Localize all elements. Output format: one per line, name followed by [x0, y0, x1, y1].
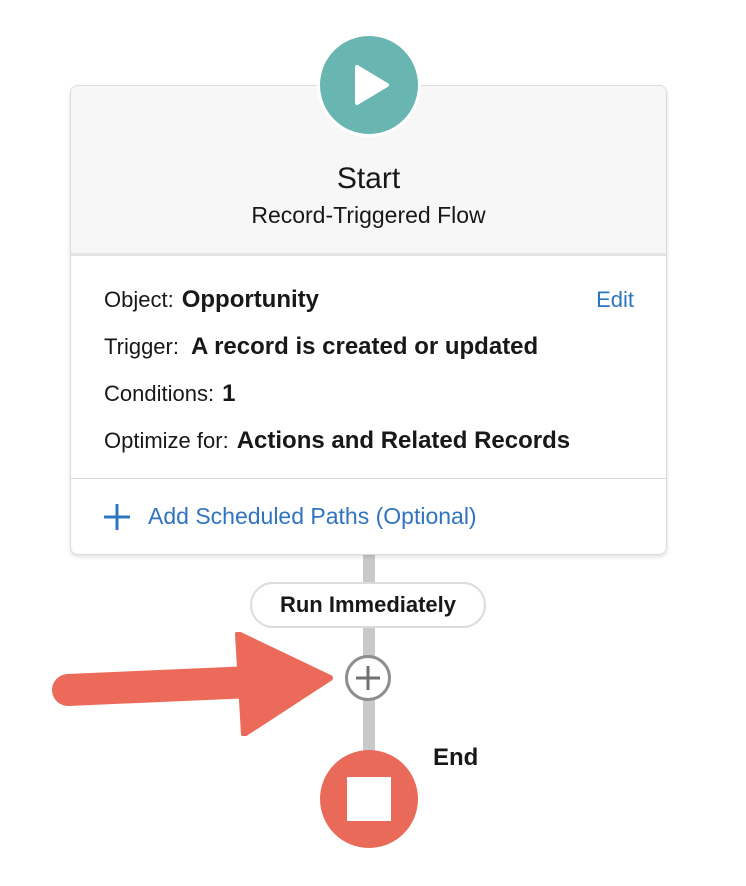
end-label: End	[433, 744, 479, 771]
start-title: Start	[336, 162, 401, 195]
start-element-card[interactable]: Start Record-Triggered Flow Edit Object:…	[70, 85, 667, 555]
add-scheduled-paths-label: Add Scheduled Paths (Optional)	[148, 503, 477, 529]
start-subtitle: Record-Triggered Flow	[251, 202, 486, 228]
connector-line-middle	[363, 626, 375, 658]
detail-row-optimize: Optimize for: Actions and Related Records	[104, 425, 634, 472]
end-node-icon[interactable]	[320, 750, 418, 848]
detail-row-trigger: Trigger: A record is created or updated	[104, 331, 634, 378]
detail-label: Object:	[104, 287, 174, 312]
detail-label: Optimize for:	[104, 428, 229, 453]
detail-label: Conditions:	[104, 381, 215, 406]
detail-value: Opportunity	[181, 286, 320, 313]
connector-line-top	[363, 550, 375, 584]
arrow-right-icon	[52, 632, 333, 736]
detail-value: 1	[222, 380, 236, 407]
add-element-button[interactable]	[345, 655, 391, 701]
stop-icon	[347, 777, 391, 821]
start-details: Edit Object: Opportunity Trigger: A record…	[71, 256, 666, 479]
path-label-pill[interactable]: Run Immediately	[250, 582, 486, 628]
detail-value: Actions and Related Records	[236, 427, 571, 454]
flow-canvas: Start Record-Triggered Flow Edit Object:…	[0, 0, 746, 886]
detail-row-object: Object: Opportunity	[104, 284, 634, 331]
play-icon	[355, 65, 389, 105]
start-node-icon[interactable]	[320, 36, 418, 134]
detail-value: A record is created or updated	[190, 333, 539, 360]
edit-link[interactable]: Edit	[596, 284, 634, 316]
connector-line-bottom	[363, 700, 375, 754]
add-scheduled-paths-button[interactable]: Add Scheduled Paths (Optional)	[71, 479, 666, 554]
plus-circle-icon	[356, 666, 380, 690]
detail-label: Trigger:	[104, 334, 179, 359]
detail-row-conditions: Conditions: 1	[104, 378, 634, 425]
plus-icon	[104, 503, 130, 530]
